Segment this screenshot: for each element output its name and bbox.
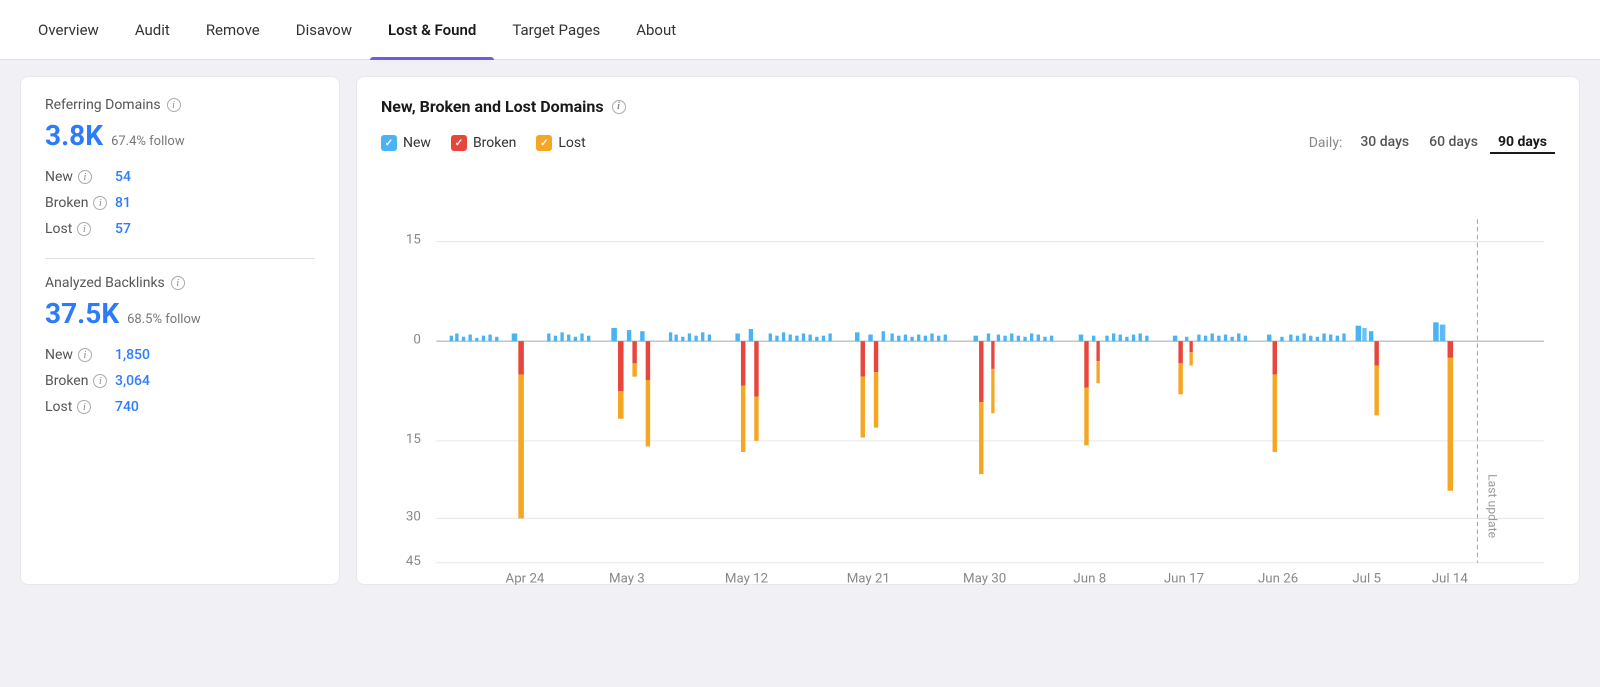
chart-title: New, Broken and Lost Domains i xyxy=(381,97,626,116)
legend-new-checkbox: ✓ xyxy=(381,135,397,151)
period-90-btn[interactable]: 90 days xyxy=(1490,132,1555,154)
legend-lost-checkbox: ✓ xyxy=(536,135,552,151)
referring-domains-total: 3.8K 67.4% follow xyxy=(45,119,315,152)
back-broken-row: Broken i 3,064 xyxy=(45,368,315,394)
svg-text:Jun 8: Jun 8 xyxy=(1073,572,1106,585)
svg-text:45: 45 xyxy=(406,554,421,569)
legend-lost[interactable]: ✓ Lost xyxy=(536,135,585,151)
svg-text:May 12: May 12 xyxy=(725,572,768,585)
ref-broken-row: Broken i 81 xyxy=(45,190,315,216)
main-content: Referring Domains i 3.8K 67.4% follow Ne… xyxy=(0,60,1600,601)
analyzed-backlinks-info-icon[interactable]: i xyxy=(171,276,185,290)
ref-new-info-icon[interactable]: i xyxy=(78,170,92,184)
legend-new[interactable]: ✓ New xyxy=(381,135,431,151)
svg-text:0: 0 xyxy=(413,332,420,347)
divider xyxy=(45,258,315,259)
back-broken-info-icon[interactable]: i xyxy=(93,374,107,388)
nav-item-lost-found[interactable]: Lost & Found xyxy=(370,0,494,60)
chart-info-icon[interactable]: i xyxy=(612,100,626,114)
period-selector: Daily: 30 days 60 days 90 days xyxy=(1309,132,1555,154)
ref-lost-info-icon[interactable]: i xyxy=(77,222,91,236)
nav-item-target-pages[interactable]: Target Pages xyxy=(494,0,618,60)
back-new-row: New i 1,850 xyxy=(45,342,315,368)
chart-area: 15 0 15 30 45 Last update xyxy=(381,164,1555,564)
svg-text:15: 15 xyxy=(406,233,421,248)
svg-text:Last update: Last update xyxy=(1486,474,1500,538)
svg-text:May 30: May 30 xyxy=(963,572,1006,585)
chart-svg: 15 0 15 30 45 Last update xyxy=(381,164,1555,585)
chart-legend: ✓ New ✓ Broken ✓ Lost xyxy=(381,135,586,151)
svg-text:Jul 14: Jul 14 xyxy=(1432,572,1469,585)
nav-item-remove[interactable]: Remove xyxy=(188,0,278,60)
nav-item-about[interactable]: About xyxy=(618,0,694,60)
ref-new-row: New i 54 xyxy=(45,164,315,190)
ref-lost-row: Lost i 57 xyxy=(45,216,315,242)
period-30-btn[interactable]: 30 days xyxy=(1352,132,1417,154)
svg-text:Jul 5: Jul 5 xyxy=(1352,572,1381,585)
nav-bar: Overview Audit Remove Disavow Lost & Fou… xyxy=(0,0,1600,60)
left-panel: Referring Domains i 3.8K 67.4% follow Ne… xyxy=(20,76,340,585)
nav-item-disavow[interactable]: Disavow xyxy=(278,0,370,60)
analyzed-backlinks-total: 37.5K 68.5% follow xyxy=(45,297,315,330)
svg-text:Jun 26: Jun 26 xyxy=(1258,572,1298,585)
legend-broken-checkbox: ✓ xyxy=(451,135,467,151)
svg-text:May 3: May 3 xyxy=(609,572,645,585)
chart-controls: ✓ New ✓ Broken ✓ Lost Da xyxy=(381,132,1555,154)
analyzed-backlinks-section: Analyzed Backlinks i xyxy=(45,275,315,291)
svg-text:May 21: May 21 xyxy=(847,572,890,585)
svg-text:Apr 24: Apr 24 xyxy=(506,572,545,585)
back-new-info-icon[interactable]: i xyxy=(78,348,92,362)
chart-header: New, Broken and Lost Domains i xyxy=(381,97,1555,116)
referring-domains-info-icon[interactable]: i xyxy=(167,98,181,112)
period-60-btn[interactable]: 60 days xyxy=(1421,132,1486,154)
nav-item-audit[interactable]: Audit xyxy=(117,0,188,60)
nav-item-overview[interactable]: Overview xyxy=(20,0,117,60)
svg-text:Jun 17: Jun 17 xyxy=(1164,572,1204,585)
back-lost-info-icon[interactable]: i xyxy=(77,400,91,414)
ref-broken-info-icon[interactable]: i xyxy=(93,196,107,210)
back-lost-row: Lost i 740 xyxy=(45,394,315,420)
right-panel: New, Broken and Lost Domains i ✓ New ✓ B… xyxy=(356,76,1580,585)
referring-domains-section: Referring Domains i xyxy=(45,97,315,113)
svg-text:30: 30 xyxy=(406,510,421,525)
legend-broken[interactable]: ✓ Broken xyxy=(451,135,516,151)
svg-text:15: 15 xyxy=(406,432,421,447)
